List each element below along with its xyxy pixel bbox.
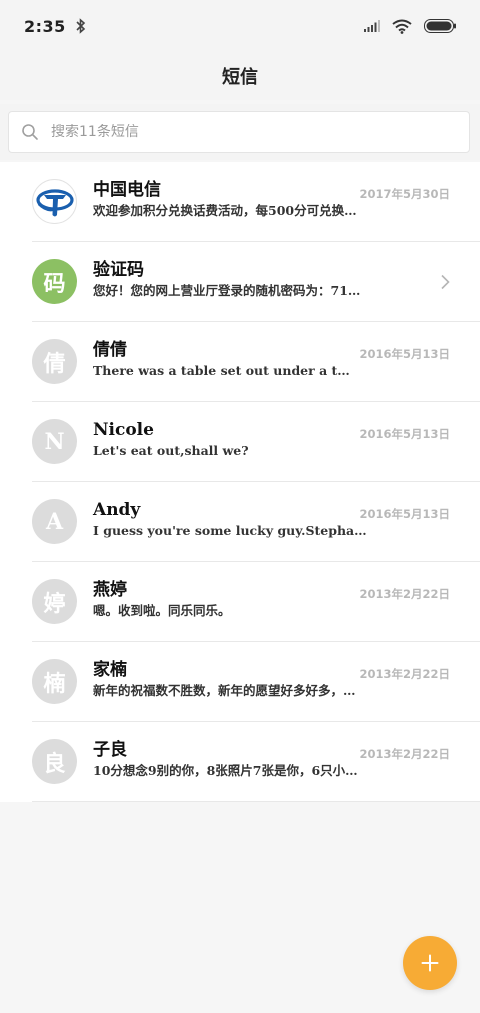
conversation-date: 2017年5月30日 bbox=[359, 187, 450, 201]
status-time: 2:35 bbox=[24, 16, 66, 36]
conversation-item-nicole[interactable]: N Nicole Let's eat out,shall we? 2016年5月… bbox=[0, 402, 480, 482]
conversation-name: 验证码 bbox=[93, 260, 144, 280]
conversation-preview: Let's eat out,shall we? bbox=[93, 443, 249, 458]
chevron-right-icon bbox=[441, 274, 450, 290]
conversation-preview: 嗯。收到啦。同乐同乐。 bbox=[93, 603, 231, 618]
signal-icon bbox=[364, 20, 380, 32]
conversation-date: 2013年2月22日 bbox=[359, 667, 450, 681]
avatar: A bbox=[32, 499, 77, 544]
conversation-name: 燕婷 bbox=[93, 580, 127, 600]
avatar: 婷 bbox=[32, 579, 77, 624]
conversation-name: 子良 bbox=[93, 740, 127, 760]
title-bar: 短信 bbox=[0, 52, 480, 100]
wifi-icon bbox=[392, 19, 412, 34]
conversation-text: 家楠 新年的祝福数不胜数，新年的愿望好多好多，… bbox=[93, 659, 403, 701]
avatar: 楠 bbox=[32, 659, 77, 704]
plus-icon bbox=[421, 954, 439, 972]
conversation-item-ziliang[interactable]: 良 子良 10分想念9别的你，8张照片7张是你，6只小… 2013年2月22日 bbox=[0, 722, 480, 802]
conversation-date: 2016年5月13日 bbox=[359, 347, 450, 361]
conversation-date: 2016年5月13日 bbox=[359, 427, 450, 441]
conversation-item-qianqian[interactable]: 倩 倩倩 There was a table set out under a t… bbox=[0, 322, 480, 402]
messages-screen: 2:35 短信 搜索11条短信 中国电信 欢迎参加积分兑换话费活动，每500分可… bbox=[0, 0, 480, 1013]
china-telecom-logo-icon bbox=[32, 179, 77, 224]
search-bar bbox=[0, 104, 480, 160]
conversation-preview: 您好！您的网上营业厅登录的随机密码为：71… bbox=[93, 283, 361, 298]
conversation-name: 家楠 bbox=[93, 660, 127, 680]
avatar: N bbox=[32, 419, 77, 464]
conversation-preview: 欢迎参加积分兑换话费活动，每500分可兑换… bbox=[93, 203, 357, 218]
conversation-preview: There was a table set out under a t… bbox=[93, 363, 350, 378]
conversation-list: 中国电信 欢迎参加积分兑换话费活动，每500分可兑换… 2017年5月30日 码… bbox=[0, 162, 480, 802]
conversation-date: 2013年2月22日 bbox=[359, 587, 450, 601]
search-icon bbox=[22, 124, 38, 140]
conversation-item-verification[interactable]: 码 验证码 您好！您的网上营业厅登录的随机密码为：71… bbox=[0, 242, 480, 322]
conversation-date: 2016年5月13日 bbox=[359, 507, 450, 521]
status-bar: 2:35 bbox=[0, 0, 480, 52]
conversation-item-telecom[interactable]: 中国电信 欢迎参加积分兑换话费活动，每500分可兑换… 2017年5月30日 bbox=[0, 162, 480, 242]
conversation-text: 倩倩 There was a table set out under a t… bbox=[93, 339, 403, 381]
conversation-text: 验证码 您好！您的网上营业厅登录的随机密码为：71… bbox=[93, 259, 403, 301]
conversation-preview: I guess you're some lucky guy.Stepha… bbox=[93, 523, 367, 538]
conversation-name: Andy bbox=[93, 500, 141, 520]
battery-icon bbox=[424, 19, 456, 33]
conversation-text: 子良 10分想念9别的你，8张照片7张是你，6只小… bbox=[93, 739, 403, 781]
conversation-name: Nicole bbox=[93, 420, 154, 440]
avatar: 良 bbox=[32, 739, 77, 784]
page-title: 短信 bbox=[222, 67, 258, 88]
conversation-text: 燕婷 嗯。收到啦。同乐同乐。 bbox=[93, 579, 403, 621]
bluetooth-icon bbox=[76, 18, 85, 34]
conversation-item-andy[interactable]: A Andy I guess you're some lucky guy.Ste… bbox=[0, 482, 480, 562]
avatar: 倩 bbox=[32, 339, 77, 384]
search-box[interactable] bbox=[8, 111, 470, 153]
avatar: 码 bbox=[32, 259, 77, 304]
new-message-button[interactable] bbox=[403, 936, 457, 990]
conversation-text: Nicole Let's eat out,shall we? bbox=[93, 419, 403, 461]
status-right bbox=[364, 19, 456, 34]
conversation-date: 2013年2月22日 bbox=[359, 747, 450, 761]
conversation-preview: 新年的祝福数不胜数，新年的愿望好多好多，… bbox=[93, 683, 356, 698]
conversation-item-yanting[interactable]: 婷 燕婷 嗯。收到啦。同乐同乐。 2013年2月22日 bbox=[0, 562, 480, 642]
conversation-item-jianan[interactable]: 楠 家楠 新年的祝福数不胜数，新年的愿望好多好多，… 2013年2月22日 bbox=[0, 642, 480, 722]
conversation-preview: 10分想念9别的你，8张照片7张是你，6只小… bbox=[93, 763, 358, 778]
conversation-text: Andy I guess you're some lucky guy.Steph… bbox=[93, 499, 403, 541]
conversation-name: 中国电信 bbox=[93, 180, 161, 200]
search-input[interactable] bbox=[51, 124, 431, 140]
conversation-name: 倩倩 bbox=[93, 340, 127, 360]
conversation-text: 中国电信 欢迎参加积分兑换话费活动，每500分可兑换… bbox=[93, 179, 403, 221]
status-left: 2:35 bbox=[24, 17, 86, 36]
